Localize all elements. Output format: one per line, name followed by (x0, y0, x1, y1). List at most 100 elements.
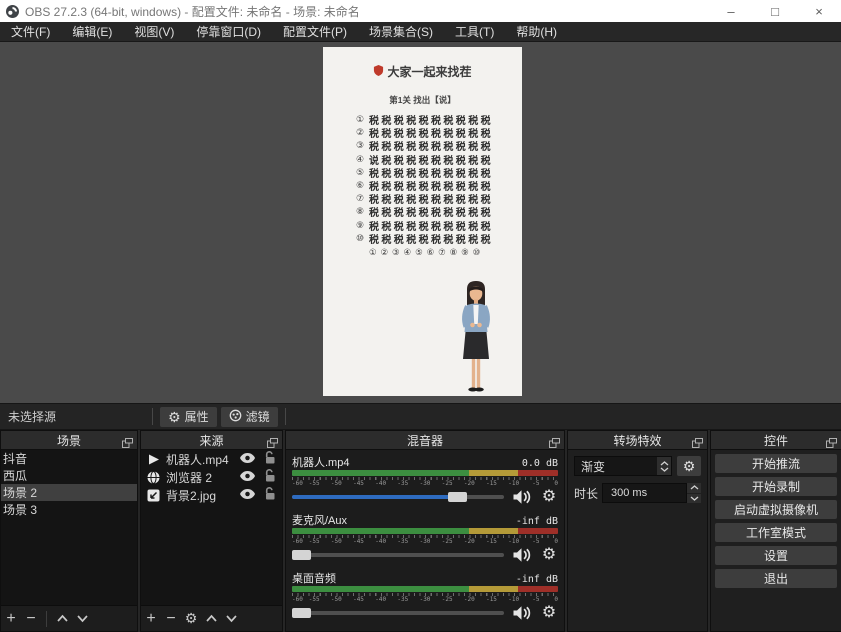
source-properties-button[interactable]: ⚙ (181, 610, 201, 627)
speaker-icon[interactable] (511, 547, 533, 563)
move-source-down-button[interactable] (221, 611, 241, 627)
menu-item-3[interactable]: 停靠窗口(D) (185, 22, 272, 41)
channel-gear-icon[interactable]: ⚙ (540, 547, 558, 563)
popout-icon[interactable] (826, 435, 837, 453)
volume-slider-handle[interactable] (292, 608, 311, 618)
transition-properties-button[interactable]: ⚙ (677, 456, 701, 476)
speaker-icon[interactable] (511, 489, 533, 505)
move-source-up-button[interactable] (201, 611, 221, 627)
db-tick-label: -25 (442, 480, 453, 487)
control-button-2[interactable]: 启动虚拟摄像机 (715, 500, 837, 519)
volume-slider-handle[interactable] (448, 492, 467, 502)
toolbar-divider (152, 408, 153, 425)
menu-item-0[interactable]: 文件(F) (0, 22, 61, 41)
control-button-3[interactable]: 工作室模式 (715, 523, 837, 542)
transition-select-spinner[interactable] (657, 457, 671, 475)
game-level-text: 第1关 找出【说】 (323, 94, 522, 106)
minimize-button[interactable]: – (709, 0, 753, 22)
source-label: 背景2.jpg (166, 487, 240, 504)
transitions-panel-header[interactable]: 转场特效 (568, 431, 707, 450)
grid-row-2: ②税税税税税税税税税税 (356, 126, 493, 139)
source-row[interactable]: 背景2.jpg (141, 486, 282, 504)
db-tick-label: -50 (331, 596, 342, 603)
move-scene-down-button[interactable] (72, 611, 92, 627)
mixer-channel: 麦克风/Aux-inf dB-60-55-50-45-40-35-30-25-2… (292, 512, 558, 562)
properties-button[interactable]: ⚙ 属性 (160, 407, 217, 427)
scenes-panel-title: 场景 (57, 432, 81, 449)
menu-item-4[interactable]: 配置文件(P) (272, 22, 358, 41)
scene-item[interactable]: 场景 3 (1, 501, 137, 518)
popout-icon[interactable] (692, 435, 703, 453)
scene-item[interactable]: 场景 2 (1, 484, 137, 501)
sources-panel-header[interactable]: 来源 (141, 431, 282, 450)
control-button-5[interactable]: 退出 (715, 569, 837, 588)
source-list: 机器人.mp4浏览器 2背景2.jpg (141, 450, 282, 504)
popout-icon[interactable] (549, 435, 560, 453)
unlock-icon[interactable] (264, 451, 276, 467)
mixer-channel: 机器人.mp40.0 dB-60-55-50-45-40-35-30-25-20… (292, 454, 558, 504)
mixer-panel-header[interactable]: 混音器 (286, 431, 564, 450)
volume-slider[interactable] (292, 611, 504, 615)
source-row[interactable]: 浏览器 2 (141, 468, 282, 486)
transition-select[interactable]: 渐变 (574, 456, 672, 476)
duration-input[interactable]: 300 ms (602, 483, 687, 503)
video-preview[interactable]: 大家一起来找茬 第1关 找出【说】 ①税税税税税税税税税税②税税税税税税税税税税… (323, 47, 522, 396)
preview-area[interactable]: 大家一起来找茬 第1关 找出【说】 ①税税税税税税税税税税②税税税税税税税税税税… (0, 42, 841, 403)
speaker-icon[interactable] (511, 605, 533, 621)
db-tick-label: -15 (486, 538, 497, 545)
source-label: 浏览器 2 (166, 469, 240, 486)
add-scene-button[interactable]: + (1, 611, 21, 627)
sources-panel-title: 来源 (199, 432, 223, 449)
move-scene-up-button[interactable] (52, 611, 72, 627)
duration-up-button[interactable] (687, 483, 701, 493)
db-tick-label: -45 (353, 596, 364, 603)
grid-row-6: ⑥税税税税税税税税税税 (356, 179, 493, 192)
filters-button[interactable]: 滤镜 (221, 407, 278, 427)
maximize-button[interactable]: □ (753, 0, 797, 22)
control-button-4[interactable]: 设置 (715, 546, 837, 565)
menu-item-1[interactable]: 编辑(E) (61, 22, 123, 41)
visibility-eye-icon[interactable] (240, 452, 255, 466)
db-tick-label: -10 (508, 596, 519, 603)
scene-item[interactable]: 抖音 (1, 450, 137, 467)
volume-slider[interactable] (292, 553, 504, 557)
grid-row-4: ④说税税税税税税税税税 (356, 153, 493, 166)
db-tick-label: -45 (353, 480, 364, 487)
control-button-0[interactable]: 开始推流 (715, 454, 837, 473)
controls-panel-title: 控件 (764, 432, 788, 449)
unlock-icon[interactable] (264, 487, 276, 503)
duration-down-button[interactable] (687, 494, 701, 504)
visibility-eye-icon[interactable] (240, 470, 255, 484)
sources-panel: 来源 机器人.mp4浏览器 2背景2.jpg + − ⚙ (140, 430, 283, 632)
remove-source-button[interactable]: − (161, 611, 181, 627)
channel-gear-icon[interactable]: ⚙ (540, 605, 558, 621)
source-row[interactable]: 机器人.mp4 (141, 450, 282, 468)
menu-item-2[interactable]: 视图(V) (123, 22, 185, 41)
menu-item-6[interactable]: 工具(T) (444, 22, 505, 41)
transitions-body: 渐变 ⚙ 时长 300 ms (568, 450, 707, 509)
close-button[interactable]: × (797, 0, 841, 22)
duration-label: 时长 (574, 485, 602, 502)
popout-icon[interactable] (267, 435, 278, 453)
obs-window: OBS 27.2.3 (64-bit, windows) - 配置文件: 未命名… (0, 0, 841, 632)
channel-gear-icon[interactable]: ⚙ (540, 489, 558, 505)
volume-slider[interactable] (292, 495, 504, 499)
scenes-panel-header[interactable]: 场景 (1, 431, 137, 450)
transitions-panel-title: 转场特效 (613, 432, 661, 449)
volume-slider-handle[interactable] (292, 550, 311, 560)
db-tick-label: -40 (375, 480, 386, 487)
db-tick-label: -5 (532, 480, 539, 487)
menu-item-7[interactable]: 帮助(H) (505, 22, 568, 41)
unlock-icon[interactable] (264, 469, 276, 485)
presenter-figure (451, 280, 501, 396)
visibility-eye-icon[interactable] (240, 488, 255, 502)
remove-scene-button[interactable]: − (21, 611, 41, 627)
db-tick-label: -5 (532, 538, 539, 545)
scene-item[interactable]: 西瓜 (1, 467, 137, 484)
control-button-1[interactable]: 开始录制 (715, 477, 837, 496)
add-source-button[interactable]: + (141, 611, 161, 627)
popout-icon[interactable] (122, 435, 133, 453)
menu-item-5[interactable]: 场景集合(S) (358, 22, 444, 41)
controls-panel-header[interactable]: 控件 (711, 431, 841, 450)
mixer-body: 机器人.mp40.0 dB-60-55-50-45-40-35-30-25-20… (286, 450, 564, 620)
